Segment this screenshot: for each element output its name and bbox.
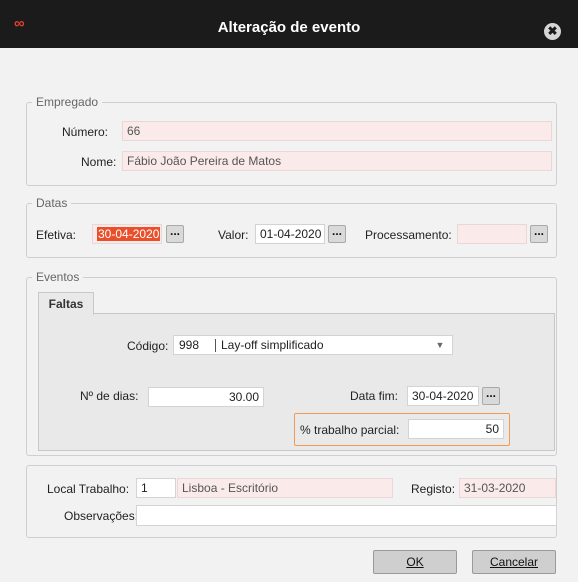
data-fim-picker-button[interactable]: ...: [482, 387, 500, 405]
cancel-button[interactable]: Cancelar: [472, 550, 556, 574]
cancel-button-label: Cancelar: [489, 555, 539, 569]
processamento-label: Processamento:: [365, 228, 452, 242]
observacoes-label: Observações:: [64, 509, 139, 523]
tab-faltas[interactable]: Faltas: [38, 292, 94, 315]
chevron-down-icon[interactable]: ▼: [432, 336, 448, 354]
valor-picker-button[interactable]: ...: [328, 225, 346, 243]
data-fim-label: Data fim:: [350, 389, 399, 403]
efetiva-value: 30-04-2020: [97, 227, 161, 241]
trabalho-parcial-label: % trabalho parcial:: [300, 423, 400, 437]
valor-field[interactable]: 01-04-2020: [255, 224, 325, 244]
local-trabalho-code-field[interactable]: 1: [136, 478, 176, 498]
data-fim-field[interactable]: 30-04-2020: [407, 386, 479, 406]
codigo-separator: [215, 339, 216, 352]
valor-label: Valor:: [218, 228, 249, 242]
codigo-value: 998: [179, 338, 200, 352]
efetiva-picker-button[interactable]: ...: [166, 225, 184, 243]
dialog-title: Alteração de evento: [217, 19, 361, 36]
codigo-select[interactable]: 998 Lay-off simplificado ▼: [173, 335, 453, 355]
dias-field[interactable]: 30.00: [148, 387, 264, 407]
registo-label: Registo:: [411, 482, 456, 496]
efetiva-field[interactable]: 30-04-2020: [92, 224, 162, 244]
nome-label: Nome:: [81, 155, 117, 169]
processamento-picker-button[interactable]: ...: [530, 225, 548, 243]
dias-label: Nº de dias:: [80, 389, 139, 403]
ok-button[interactable]: OK: [373, 550, 457, 574]
efetiva-label: Efetiva:: [36, 228, 77, 242]
local-trabalho-name-field[interactable]: Lisboa - Escritório: [177, 478, 393, 498]
empregado-legend: Empregado: [32, 95, 103, 109]
processamento-field[interactable]: [457, 224, 527, 244]
datas-legend: Datas: [32, 196, 72, 210]
local-group: [26, 465, 557, 538]
empregado-group: [26, 102, 557, 186]
numero-label: Número:: [62, 125, 109, 139]
eventos-legend: Eventos: [32, 270, 84, 284]
nome-field[interactable]: Fábio João Pereira de Matos: [122, 151, 552, 171]
close-icon[interactable]: ✖: [544, 23, 561, 40]
observacoes-field[interactable]: [136, 505, 557, 526]
trabalho-parcial-field[interactable]: 50: [408, 419, 504, 439]
codigo-label: Código:: [127, 339, 169, 353]
local-trabalho-label: Local Trabalho:: [47, 482, 130, 496]
numero-field[interactable]: 66: [122, 121, 552, 141]
ok-button-label: OK: [406, 555, 424, 569]
codigo-description: Lay-off simplificado: [221, 338, 324, 352]
registo-field[interactable]: 31-03-2020: [459, 478, 556, 498]
